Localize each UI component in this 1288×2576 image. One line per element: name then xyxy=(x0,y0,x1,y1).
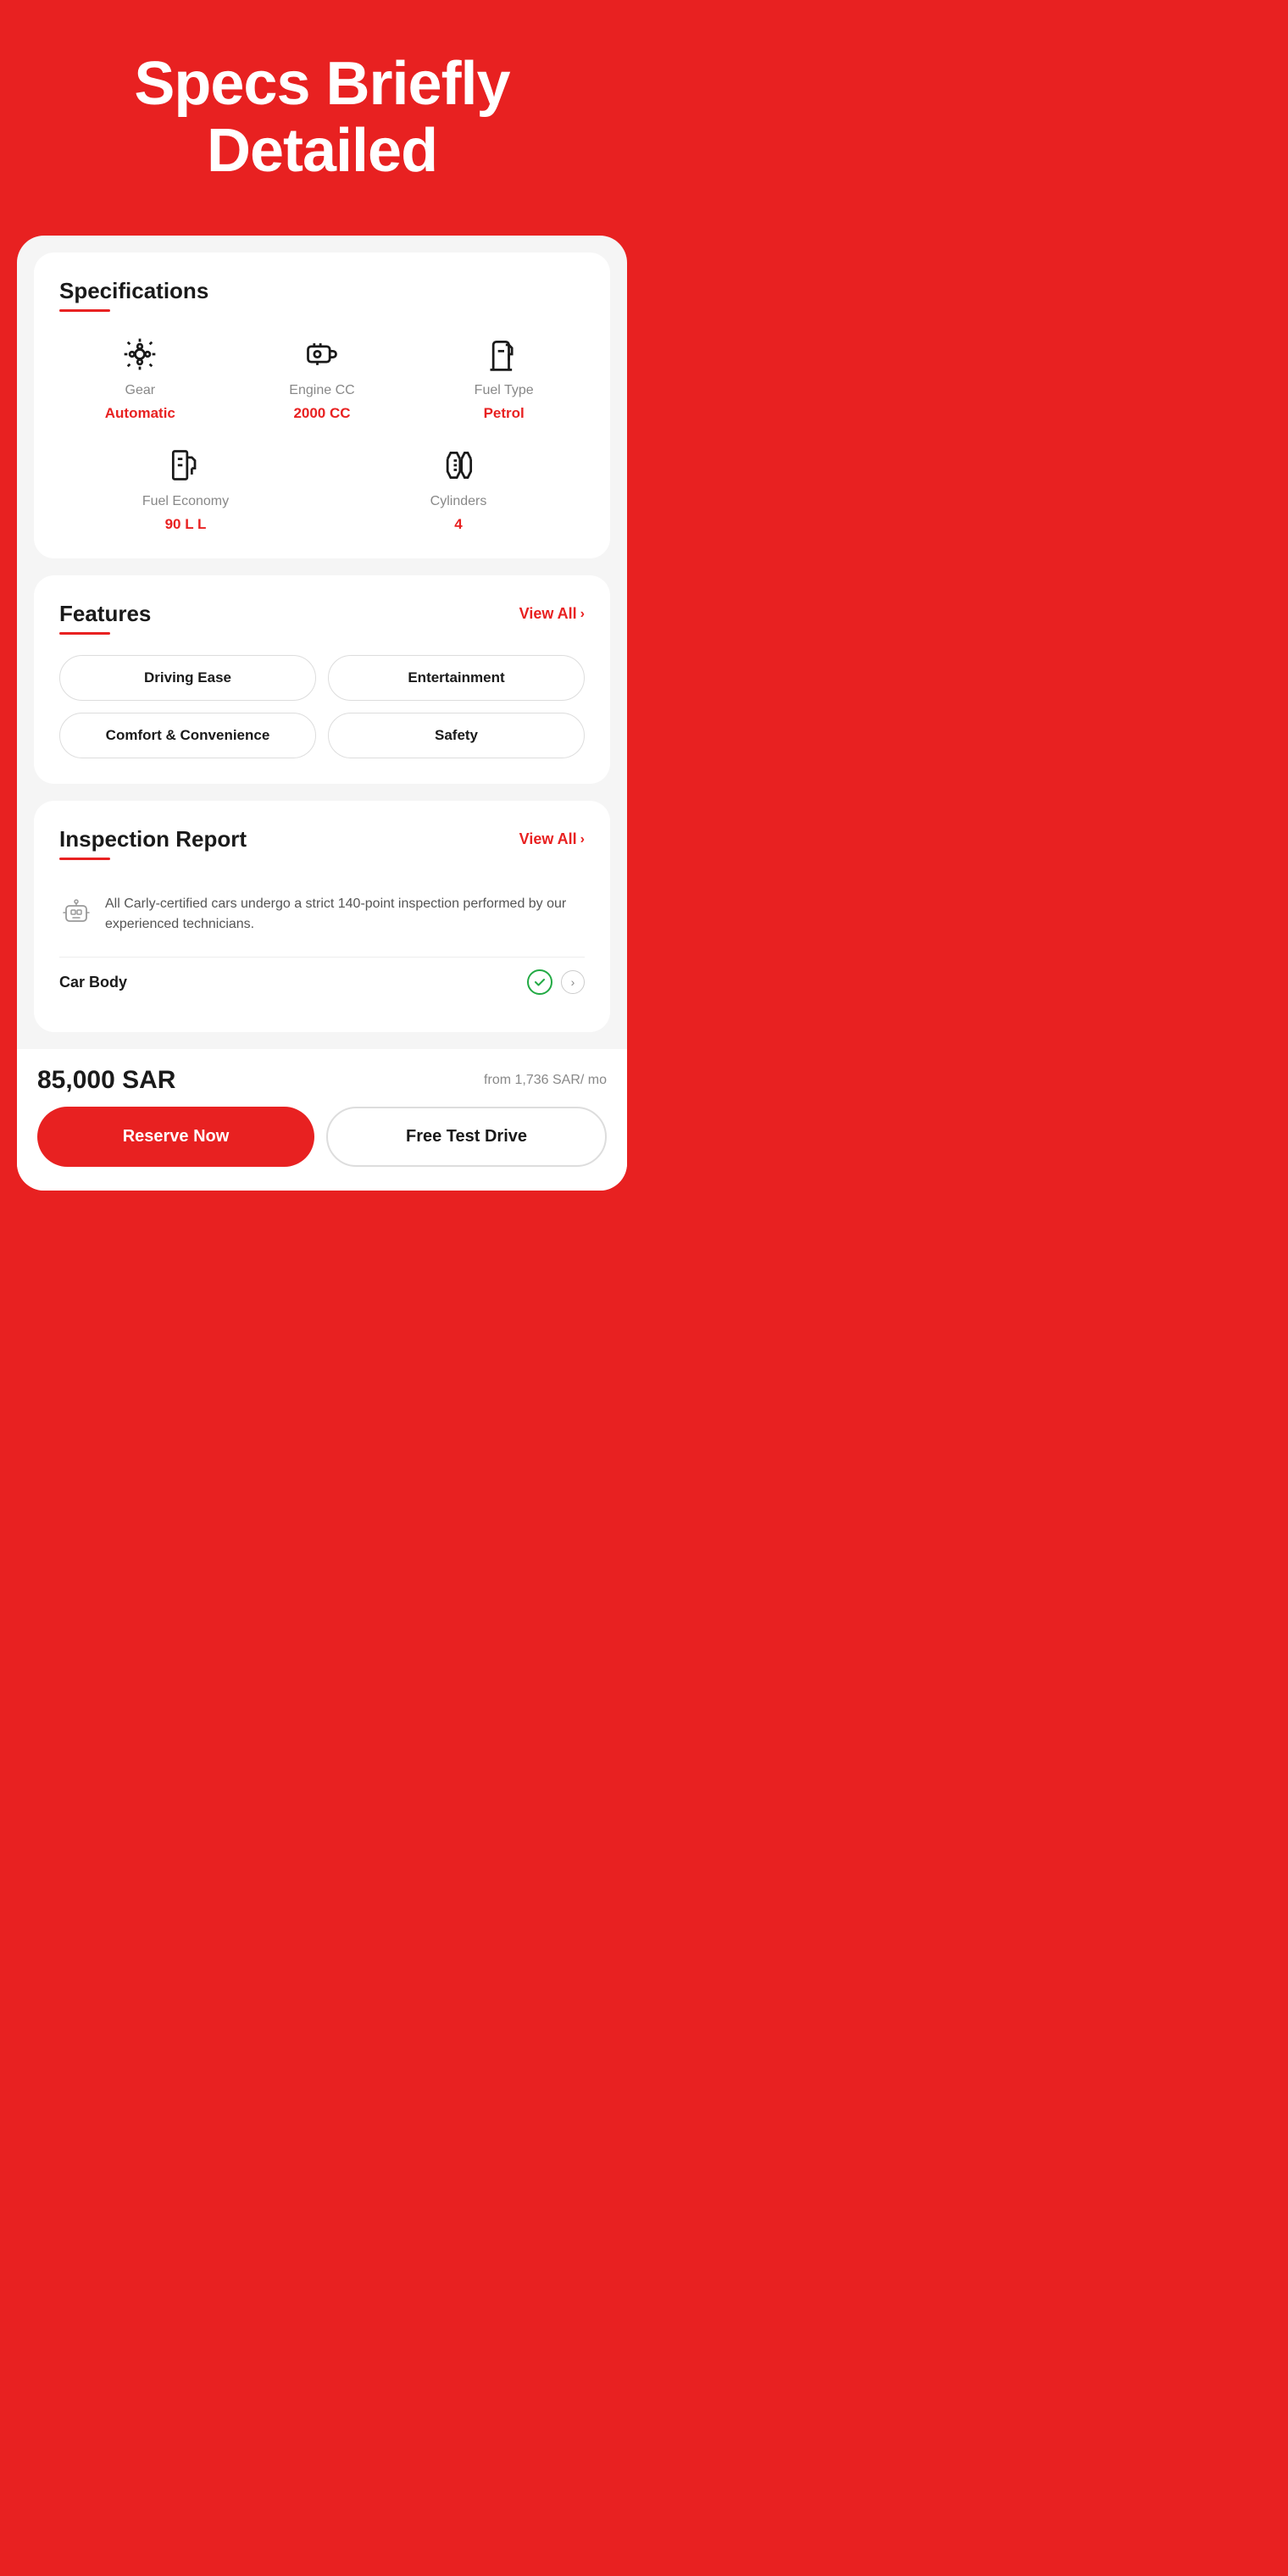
inspection-info: All Carly-certified cars undergo a stric… xyxy=(59,880,585,948)
features-view-all[interactable]: View All › xyxy=(519,605,585,623)
features-header: Features View All › xyxy=(59,601,585,627)
specs-row-2: Fuel Economy 90 L L Cylinders 4 xyxy=(59,443,585,533)
inspection-underline xyxy=(59,858,110,860)
spec-fuel-type: Fuel Type Petrol xyxy=(423,332,585,422)
hero-section: Specs Briefly Detailed xyxy=(0,0,644,219)
inspection-title: Inspection Report xyxy=(59,826,247,852)
fuel-type-icon xyxy=(482,332,526,376)
engine-value: 2000 CC xyxy=(293,405,350,422)
cylinders-label: Cylinders xyxy=(430,494,487,509)
fuel-type-label: Fuel Type xyxy=(475,383,534,398)
car-body-actions: › xyxy=(527,969,585,995)
feature-tag-comfort[interactable]: Comfort & Convenience xyxy=(59,713,316,758)
fuel-economy-svg xyxy=(167,447,204,484)
inspection-car-body-row: Car Body › xyxy=(59,957,585,1007)
features-title: Features xyxy=(59,601,151,627)
price-monthly: from 1,736 SAR/ mo xyxy=(484,1073,607,1088)
car-body-label: Car Body xyxy=(59,974,127,991)
engine-icon xyxy=(300,332,344,376)
bottom-bar: 85,000 SAR from 1,736 SAR/ mo Reserve No… xyxy=(17,1049,627,1191)
inspection-section: Inspection Report View All › All Carly- xyxy=(34,801,610,1032)
features-section: Features View All › Driving Ease Enterta… xyxy=(34,575,610,784)
spec-fuel-economy: Fuel Economy 90 L L xyxy=(59,443,312,533)
inspection-view-all[interactable]: View All › xyxy=(519,830,585,848)
engine-label: Engine CC xyxy=(289,383,354,398)
cylinders-value: 4 xyxy=(454,516,462,533)
cylinders-svg xyxy=(440,447,477,484)
main-card: Specifications Gear Automatic xyxy=(17,236,627,1191)
price-row: 85,000 SAR from 1,736 SAR/ mo xyxy=(37,1066,607,1095)
inspection-robot-icon xyxy=(59,894,93,928)
features-tags-grid: Driving Ease Entertainment Comfort & Con… xyxy=(59,655,585,758)
gear-value: Automatic xyxy=(105,405,175,422)
car-body-expand-icon[interactable]: › xyxy=(561,970,585,994)
hero-title: Specs Briefly Detailed xyxy=(34,51,610,185)
inspection-header: Inspection Report View All › xyxy=(59,826,585,852)
inspection-view-all-label: View All xyxy=(519,830,577,848)
specifications-title: Specifications xyxy=(59,278,208,304)
specifications-header: Specifications xyxy=(59,278,585,304)
specifications-section: Specifications Gear Automatic xyxy=(34,253,610,558)
inspection-chevron-icon: › xyxy=(580,832,585,847)
fuel-economy-icon xyxy=(164,443,208,487)
feature-tag-driving-ease[interactable]: Driving Ease xyxy=(59,655,316,701)
gear-svg xyxy=(121,336,158,373)
engine-svg xyxy=(303,336,341,373)
cylinders-icon xyxy=(436,443,480,487)
price-main: 85,000 SAR xyxy=(37,1066,175,1095)
fuel-type-value: Petrol xyxy=(484,405,525,422)
spec-gear: Gear Automatic xyxy=(59,332,221,422)
reserve-now-button[interactable]: Reserve Now xyxy=(37,1107,314,1167)
feature-tag-safety[interactable]: Safety xyxy=(328,713,585,758)
inspection-description: All Carly-certified cars undergo a stric… xyxy=(105,894,585,935)
features-underline xyxy=(59,632,110,635)
gear-label: Gear xyxy=(125,383,156,398)
spec-engine: Engine CC 2000 CC xyxy=(242,332,403,422)
fuel-type-svg xyxy=(486,336,523,373)
car-body-check-icon xyxy=(527,969,552,995)
features-view-all-label: View All xyxy=(519,605,577,623)
feature-tag-entertainment[interactable]: Entertainment xyxy=(328,655,585,701)
specifications-underline xyxy=(59,309,110,312)
free-test-drive-button[interactable]: Free Test Drive xyxy=(326,1107,607,1167)
specs-row-1: Gear Automatic Engine CC 2000 CC xyxy=(59,332,585,422)
fuel-economy-value: 90 L L xyxy=(165,516,207,533)
features-chevron-icon: › xyxy=(580,607,585,622)
fuel-economy-label: Fuel Economy xyxy=(142,494,229,509)
gear-icon xyxy=(118,332,162,376)
spec-cylinders: Cylinders 4 xyxy=(332,443,585,533)
action-buttons: Reserve Now Free Test Drive xyxy=(37,1107,607,1167)
